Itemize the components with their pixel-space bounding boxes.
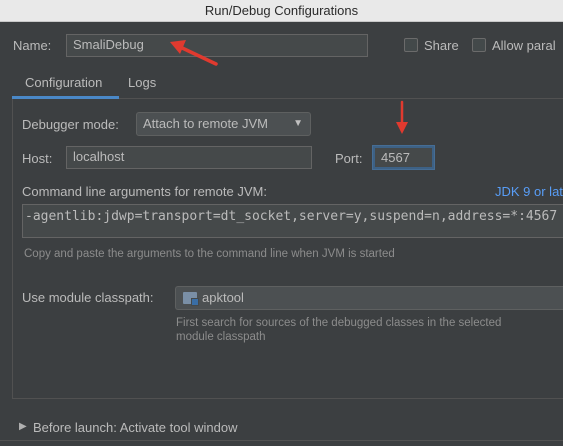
- annotation-arrow-icon: [170, 40, 218, 66]
- annotation-arrow-icon: [396, 100, 408, 134]
- cmd-args-value: -agentlib:jdwp=transport=dt_socket,serve…: [25, 209, 558, 224]
- port-field[interactable]: 4567: [373, 146, 434, 169]
- share-checkbox[interactable]: [404, 38, 418, 52]
- port-label: Port:: [335, 151, 363, 166]
- host-label: Host:: [22, 151, 53, 166]
- debugger-mode-select[interactable]: Attach to remote JVM ▼: [136, 112, 311, 136]
- before-launch-label[interactable]: Before launch: Activate tool window: [33, 420, 238, 435]
- run-debug-configurations-dialog: Run/Debug Configurations Name: SmaliDebu…: [0, 0, 563, 446]
- module-classpath-value: apktool: [202, 290, 244, 305]
- title-bar: Run/Debug Configurations: [0, 0, 563, 22]
- host-field[interactable]: localhost: [66, 146, 312, 169]
- allow-parallel-checkbox[interactable]: [472, 38, 486, 52]
- expand-arrow-icon[interactable]: ▶: [19, 421, 27, 432]
- allow-parallel-label: Allow paral: [492, 38, 556, 53]
- debugger-mode-label: Debugger mode:: [22, 117, 119, 132]
- name-label: Name:: [13, 38, 52, 53]
- chevron-down-icon: ▼: [293, 118, 303, 129]
- tab-configuration[interactable]: Configuration: [13, 72, 115, 98]
- share-label: Share: [424, 38, 459, 53]
- cmd-args-field[interactable]: -agentlib:jdwp=transport=dt_socket,serve…: [22, 204, 563, 238]
- cmd-args-label: Command line arguments for remote JVM:: [22, 184, 267, 199]
- cmd-args-hint: Copy and paste the arguments to the comm…: [24, 248, 395, 260]
- module-classpath-select[interactable]: apktool: [175, 286, 563, 310]
- window-title: Run/Debug Configurations: [204, 3, 359, 18]
- bottom-divider: [0, 440, 563, 441]
- module-hint-line2: module classpath: [176, 331, 266, 343]
- debugger-mode-value: Attach to remote JVM: [143, 116, 268, 131]
- jdk-version-link[interactable]: JDK 9 or lat: [495, 184, 563, 199]
- module-icon: [183, 292, 199, 306]
- tab-logs[interactable]: Logs: [116, 72, 168, 98]
- module-classpath-label: Use module classpath:: [22, 290, 154, 305]
- module-hint-line1: First search for sources of the debugged…: [176, 317, 502, 329]
